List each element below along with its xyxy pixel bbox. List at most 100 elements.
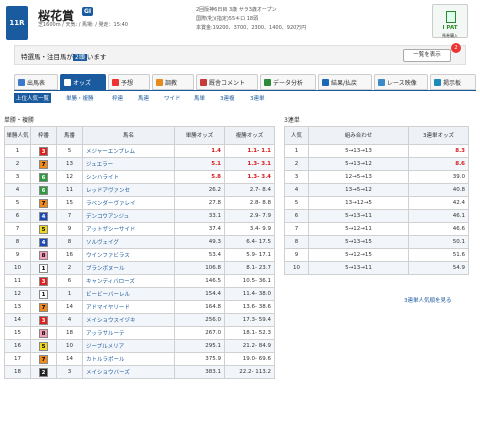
rank-cell: 6: [4, 209, 31, 223]
table-row: 2 5→13→12 8.6: [284, 157, 469, 171]
table-row: 13 7 14 アドマイヤリード 164.8 13.6- 38.6: [4, 300, 275, 314]
race-detail-line: 本賞金:19200、3700、2300、1400、920万円: [196, 25, 307, 31]
trifecta-odds-cell: 8.3: [408, 144, 469, 158]
horse-name-link[interactable]: シンハライト: [82, 170, 175, 184]
win-odds-cell: 37.4: [174, 222, 225, 236]
uma-cell: 4: [56, 313, 83, 327]
comment-icon: [200, 78, 207, 86]
waku-badge: 1: [39, 263, 48, 273]
uma-cell: 13: [56, 157, 83, 171]
place-odds-cell: 5.9- 17.1: [224, 248, 275, 262]
waku-badge: 3: [39, 276, 48, 286]
horse-name-link[interactable]: ソルヴェイグ: [82, 235, 175, 249]
rank-cell: 9: [284, 248, 309, 262]
place-odds-cell: 1.1- 1.1: [224, 144, 275, 158]
col-header: 複勝オッズ: [224, 126, 275, 145]
uma-cell: 2: [56, 261, 83, 275]
uma-cell: 5: [56, 144, 83, 158]
waku-badge: 3: [39, 146, 48, 156]
waku-badge: 8: [39, 250, 48, 260]
win-odds-cell: 1.4: [174, 144, 225, 158]
win-odds-cell: 267.0: [174, 326, 225, 340]
rank-cell: 3: [284, 170, 309, 184]
show-list-button[interactable]: 一覧を表示: [403, 49, 451, 62]
win-odds-cell: 5.1: [174, 157, 225, 171]
table-row: 12 1 1 ビービーバーレル 154.4 11.4- 38.0: [4, 287, 275, 301]
col-header: 枠番: [30, 126, 57, 145]
chart-icon: [264, 78, 271, 86]
combo-cell: 5→12→11: [308, 222, 409, 236]
waku-badge: 4: [39, 237, 48, 247]
horse-name-link[interactable]: ジープルメリア: [82, 339, 175, 353]
trifecta-odds-cell: 51.6: [408, 248, 469, 262]
table-row: 18 2 3 メイショウバーズ 383.1 22.2- 113.2: [4, 365, 275, 379]
horse-name-link[interactable]: メジャーエンブレム: [82, 144, 175, 158]
horse-name-link[interactable]: ラベンダーヴァレイ: [82, 196, 175, 210]
tab-board[interactable]: 掲示板: [430, 74, 476, 90]
waku-cell: 8: [30, 248, 57, 262]
notice-prefix: 特選馬・注目馬が: [21, 53, 73, 61]
horse-name-link[interactable]: ブランボヌール: [82, 261, 175, 275]
horse-name-link[interactable]: ジュエラー: [82, 157, 175, 171]
tab-label: レース映像: [387, 79, 417, 87]
tab-odds[interactable]: オッズ: [60, 74, 106, 90]
win-odds-cell: 53.4: [174, 248, 225, 262]
waku-cell: 8: [30, 326, 57, 340]
horse-name-link[interactable]: メイショウバーズ: [82, 365, 175, 379]
training-icon: [156, 78, 163, 86]
combo-cell: 13→12→5: [308, 196, 409, 210]
uma-cell: 14: [56, 352, 83, 366]
horse-name-link[interactable]: ビービーバーレル: [82, 287, 175, 301]
table-row: 8 4 8 ソルヴェイグ 49.3 6.4- 17.5: [4, 235, 275, 249]
horse-name-link[interactable]: ウインファビラス: [82, 248, 175, 262]
subtab-wide[interactable]: ワイド: [164, 94, 181, 102]
tab-chokyo[interactable]: 調教: [152, 74, 194, 90]
notice-badge: 2: [451, 43, 461, 53]
waku-badge: 1: [39, 289, 48, 299]
subtab-popular[interactable]: 上位人気一覧: [14, 93, 52, 103]
horse-name-link[interactable]: アットザシーサイド: [82, 222, 175, 236]
waku-cell: 3: [30, 144, 57, 158]
table-row: 4 13→5→12 40.8: [284, 183, 469, 197]
table-row: 9 5→12→15 51.6: [284, 248, 469, 262]
tab-label: 厩舎コメント: [209, 79, 246, 87]
tab-video[interactable]: レース映像: [374, 74, 428, 90]
ipat-button[interactable]: I PAT 馬券購入: [432, 4, 468, 38]
horse-name-link[interactable]: キャンディバローズ: [82, 274, 175, 288]
tab-result[interactable]: 結果/払戻: [318, 74, 372, 90]
tab-data[interactable]: データ分析: [260, 74, 316, 90]
waku-cell: 4: [30, 209, 57, 223]
ipat-label: 馬券購入: [442, 33, 458, 38]
horse-name-link[interactable]: カトルラポール: [82, 352, 175, 366]
rank-cell: 10: [284, 261, 309, 275]
subtab-wakuren[interactable]: 枠連: [112, 94, 123, 102]
table-row: 8 5→13→15 50.1: [284, 235, 469, 249]
horse-name-link[interactable]: デンコウアンジュ: [82, 209, 175, 223]
col-header: 組み合わせ: [308, 126, 409, 145]
table-row: 7 5 9 アットザシーサイド 37.4 3.4- 9.9: [4, 222, 275, 236]
tab-yoso[interactable]: 予想: [108, 74, 150, 90]
col-header: 3連単オッズ: [408, 126, 469, 145]
horse-name-link[interactable]: レッドアヴァンセ: [82, 183, 175, 197]
subtab-win-place[interactable]: 単勝・複勝: [66, 94, 94, 102]
tab-comment[interactable]: 厩舎コメント: [196, 74, 258, 90]
subtab-sanrentan[interactable]: 3連単: [250, 94, 265, 102]
horse-name-link[interactable]: メイショウスイヅキ: [82, 313, 175, 327]
tab-shutuba[interactable]: 出馬表: [14, 74, 58, 90]
subtab-sanrenpuku[interactable]: 3連複: [220, 94, 235, 102]
subtab-umaren[interactable]: 馬連: [138, 94, 149, 102]
combo-cell: 12→5→13: [308, 170, 409, 184]
race-number: 11R: [6, 6, 28, 40]
col-header: 馬名: [82, 126, 175, 145]
rank-cell: 17: [4, 352, 31, 366]
waku-cell: 3: [30, 274, 57, 288]
trifecta-more-link[interactable]: 3連単人気順を見る: [404, 296, 452, 304]
horse-name-link[interactable]: アッラサルーテ: [82, 326, 175, 340]
subtab-umatan[interactable]: 馬単: [194, 94, 205, 102]
odds-subtabs: 上位人気一覧 単勝・複勝 枠連 馬連 ワイド 馬単 3連複 3連単: [14, 93, 466, 104]
win-odds-cell: 26.2: [174, 183, 225, 197]
rank-cell: 15: [4, 326, 31, 340]
horse-name-link[interactable]: アドマイヤリード: [82, 300, 175, 314]
place-odds-cell: 1.3- 3.4: [224, 170, 275, 184]
trifecta-odds-cell: 46.1: [408, 209, 469, 223]
